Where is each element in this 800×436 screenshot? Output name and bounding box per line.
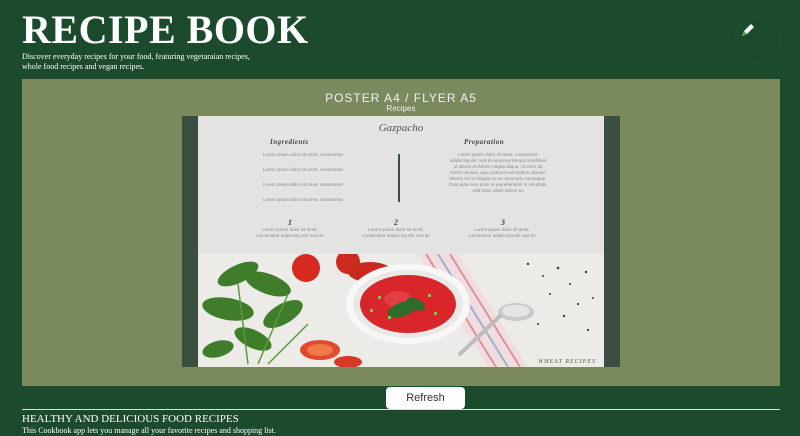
ingredient-line: Lorem ipsum dolor sit amet, consectetur	[262, 152, 344, 157]
step-text: Lorem ipsum dolor sit amet, consectetur …	[256, 227, 324, 238]
brand-label: WHEAT RECIPES	[538, 359, 596, 365]
footer-divider	[22, 409, 780, 410]
step-text: Lorem ipsum dolor sit amet, consectetur …	[468, 227, 536, 238]
footer-text: This Cookbook app lets you manage all yo…	[22, 426, 276, 435]
pen-icon	[742, 24, 754, 36]
gazpacho-image	[198, 250, 604, 367]
step-number: 3	[501, 218, 505, 227]
recipe-title: Gazpacho	[378, 122, 424, 134]
refresh-button[interactable]: Refresh	[386, 387, 465, 409]
gazpacho-photo: WHEAT RECIPES	[198, 250, 604, 367]
column-divider	[398, 154, 400, 202]
preview-subtitle: Recipes	[386, 104, 416, 113]
step-number: 1	[288, 218, 292, 227]
preparation-heading: Preparation	[464, 138, 505, 146]
step-number: 2	[394, 218, 398, 227]
edit-button[interactable]	[736, 18, 780, 62]
ingredients-heading: Ingredients	[270, 138, 309, 146]
preview-title: POSTER A4 / FLYER A5	[325, 91, 477, 105]
ingredient-line: Lorem ipsum dolor sit amet, consectetur	[262, 182, 344, 187]
app-description: Discover everyday recipes for your food,…	[22, 52, 250, 71]
poster-preview-panel: POSTER A4 / FLYER A5 Recipes Gazpacho In…	[22, 79, 780, 386]
preparation-text: Lorem ipsum dolor sit amet, consectetur …	[449, 152, 547, 193]
poster: Gazpacho Ingredients Preparation Lorem i…	[182, 116, 620, 367]
step-text: Lorem ipsum dolor sit amet, consectetur …	[362, 227, 430, 238]
ingredient-line: Lorem ipsum dolor sit amet, consectetur	[262, 167, 344, 172]
app-title: RECIPE BOOK	[22, 7, 309, 52]
poster-page: Gazpacho Ingredients Preparation Lorem i…	[198, 116, 604, 367]
footer-title: HEALTHY AND DELICIOUS FOOD RECIPES	[22, 413, 239, 425]
ingredient-line: Lorem ipsum dolor sit amet, consectetur	[262, 197, 344, 202]
